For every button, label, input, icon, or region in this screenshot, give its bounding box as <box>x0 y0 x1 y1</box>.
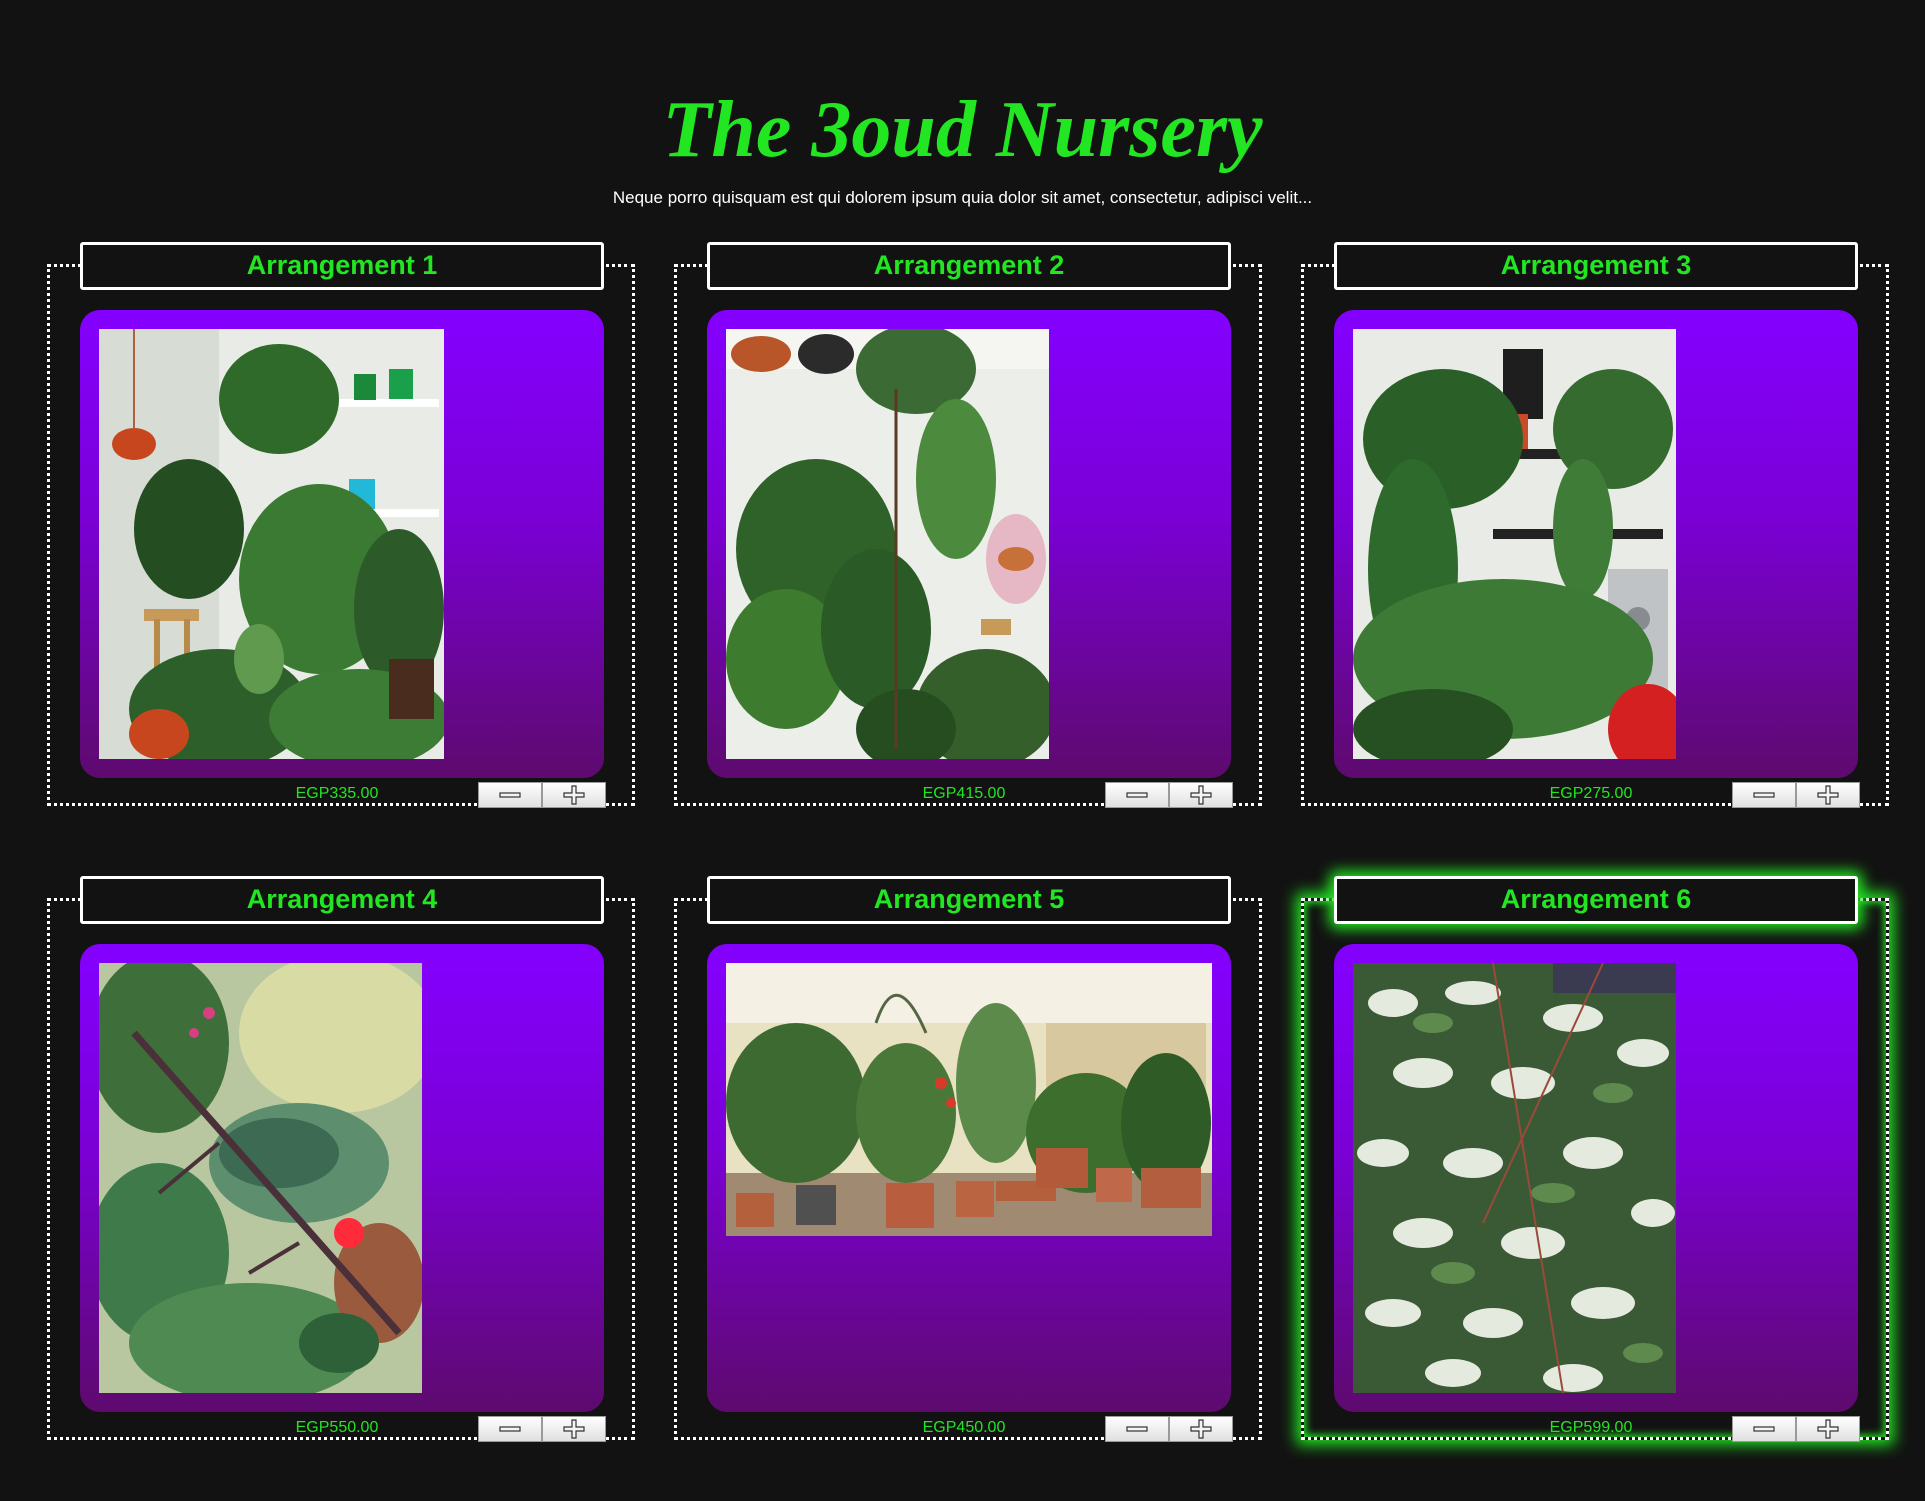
product-name: Arrangement 2 <box>707 242 1231 290</box>
quantity-stepper <box>478 1416 606 1442</box>
product-price: EGP450.00 <box>922 1419 1006 1436</box>
product-card: Arrangement 4 EGP550.00 <box>47 876 635 1442</box>
product-name: Arrangement 5 <box>707 876 1231 924</box>
product-card: Arrangement 5 EGP450.00 <box>674 876 1262 1442</box>
product-panel <box>707 944 1231 1412</box>
page-title: The 3oud Nursery <box>662 86 1263 174</box>
increase-quantity-button[interactable] <box>542 1416 606 1442</box>
decrease-quantity-button[interactable] <box>478 1416 542 1442</box>
minus-icon <box>1126 1426 1148 1432</box>
minus-icon <box>499 792 521 798</box>
product-price: EGP550.00 <box>295 1419 379 1436</box>
product-image <box>726 963 1212 1236</box>
product-panel <box>80 944 604 1412</box>
minus-icon <box>499 1426 521 1432</box>
plus-icon <box>1190 1419 1212 1439</box>
quantity-stepper <box>1105 1416 1233 1442</box>
decrease-quantity-button[interactable] <box>1105 782 1169 808</box>
plus-icon <box>1817 785 1839 805</box>
product-price: EGP275.00 <box>1549 785 1633 802</box>
product-image <box>99 963 422 1393</box>
product-panel <box>1334 310 1858 778</box>
product-image <box>1353 329 1676 759</box>
decrease-quantity-button[interactable] <box>1732 782 1796 808</box>
product-price: EGP415.00 <box>922 785 1006 802</box>
quantity-stepper <box>1732 782 1860 808</box>
page-subtitle: Neque porro quisquam est qui dolorem ips… <box>612 188 1313 207</box>
plus-icon <box>1817 1419 1839 1439</box>
increase-quantity-button[interactable] <box>1796 1416 1860 1442</box>
product-image <box>1353 963 1676 1393</box>
product-price: EGP599.00 <box>1549 1419 1633 1436</box>
product-panel <box>80 310 604 778</box>
product-card: Arrangement 2 EGP415.00 <box>674 242 1262 808</box>
minus-icon <box>1753 792 1775 798</box>
minus-icon <box>1753 1426 1775 1432</box>
minus-icon <box>1126 792 1148 798</box>
increase-quantity-button[interactable] <box>1169 782 1233 808</box>
product-price: EGP335.00 <box>295 785 379 802</box>
plus-icon <box>563 1419 585 1439</box>
product-card: Arrangement 1 EGP335.00 <box>47 242 635 808</box>
quantity-stepper <box>1105 782 1233 808</box>
product-image <box>726 329 1049 759</box>
increase-quantity-button[interactable] <box>542 782 606 808</box>
product-name: Arrangement 1 <box>80 242 604 290</box>
product-name: Arrangement 6 <box>1334 876 1858 924</box>
increase-quantity-button[interactable] <box>1169 1416 1233 1442</box>
decrease-quantity-button[interactable] <box>478 782 542 808</box>
increase-quantity-button[interactable] <box>1796 782 1860 808</box>
plus-icon <box>563 785 585 805</box>
product-card: Arrangement 3 EGP275.00 <box>1301 242 1889 808</box>
product-image <box>99 329 444 759</box>
product-panel <box>707 310 1231 778</box>
decrease-quantity-button[interactable] <box>1105 1416 1169 1442</box>
decrease-quantity-button[interactable] <box>1732 1416 1796 1442</box>
product-name: Arrangement 3 <box>1334 242 1858 290</box>
product-panel <box>1334 944 1858 1412</box>
quantity-stepper <box>1732 1416 1860 1442</box>
plus-icon <box>1190 785 1212 805</box>
product-card-highlighted: Arrangement 6 EGP599.00 <box>1301 876 1889 1442</box>
product-name: Arrangement 4 <box>80 876 604 924</box>
quantity-stepper <box>478 782 606 808</box>
